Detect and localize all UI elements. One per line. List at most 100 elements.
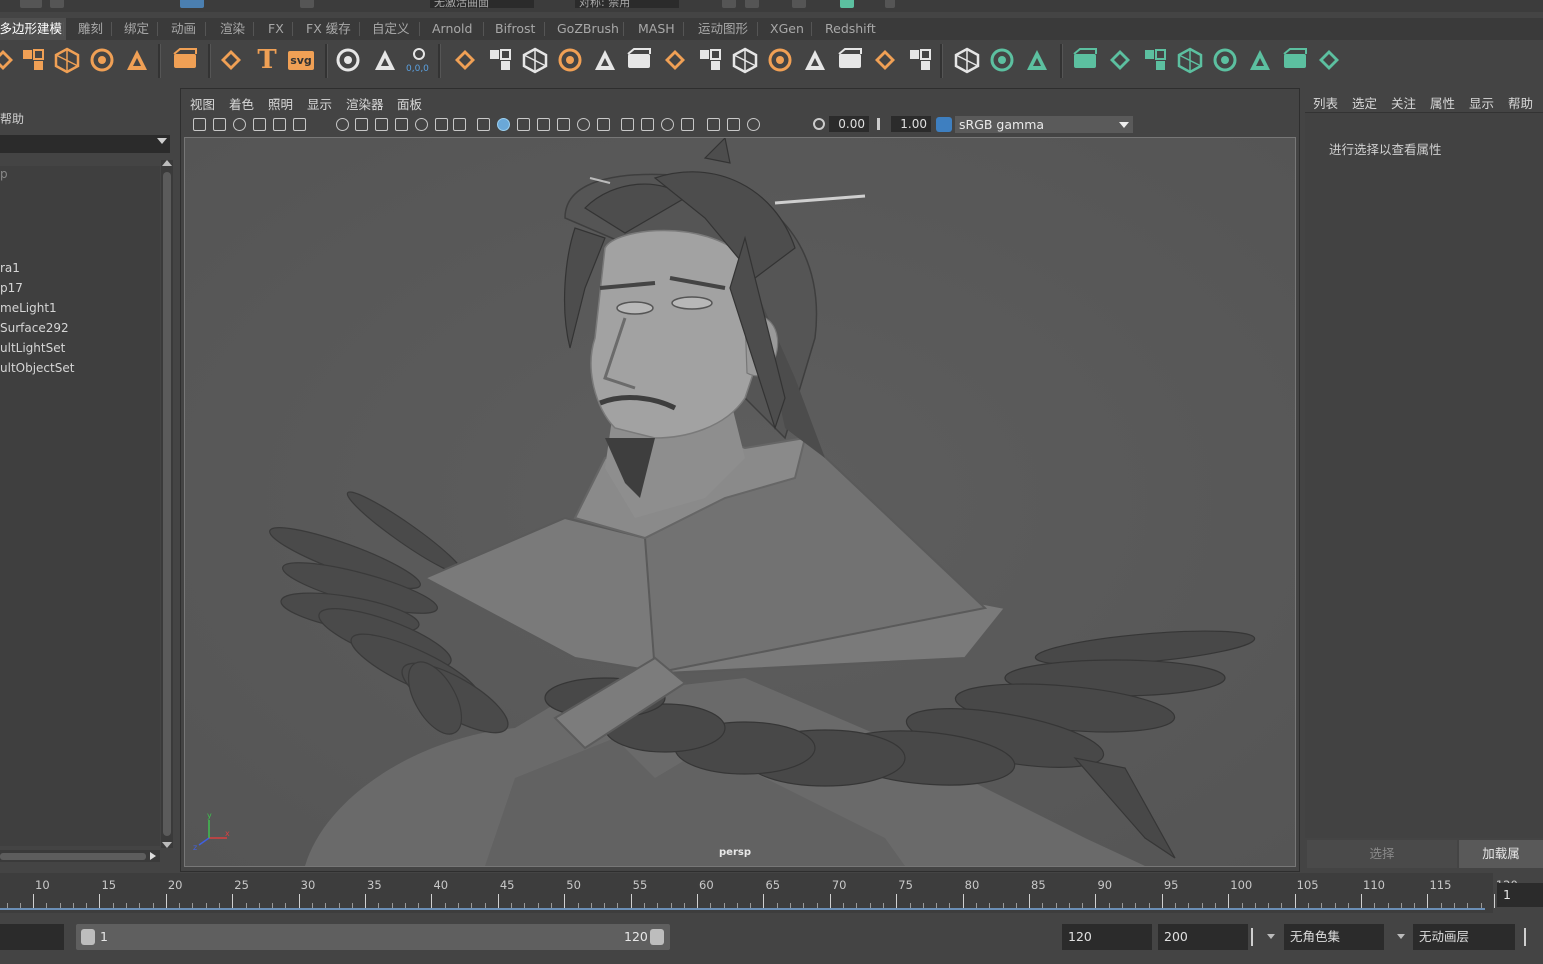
arnold-shelf-icon[interactable] (0, 44, 18, 76)
color-management-icon[interactable] (936, 117, 952, 132)
shelf-tab-1[interactable]: 雕刻 (74, 18, 107, 40)
chevron-down-icon[interactable] (1397, 934, 1405, 939)
hypershade-icon[interactable] (840, 0, 854, 8)
grid-checker-icon[interactable] (555, 44, 585, 76)
time-warp-icon[interactable] (370, 44, 400, 76)
shelf-tab-11[interactable]: MASH (634, 18, 679, 40)
shelf-tab-13[interactable]: XGen (766, 18, 808, 40)
cube-extract-icon[interactable] (624, 44, 654, 76)
scroll-right-icon[interactable] (150, 852, 156, 860)
wheel-icon[interactable] (765, 44, 795, 76)
symmetry-field[interactable]: 对称: 禁用 (575, 0, 679, 8)
box-split-icon[interactable] (800, 44, 830, 76)
select-mode-icon[interactable] (180, 0, 204, 8)
box-open-icon[interactable] (695, 44, 725, 76)
list-item[interactable]: ra1 (0, 261, 20, 275)
open-scene-icon[interactable] (50, 0, 64, 8)
viewport-menu-5[interactable]: 面板 (397, 94, 422, 113)
3d-viewport[interactable]: x y z persp (184, 137, 1296, 867)
mash-distribute-icon[interactable] (1105, 44, 1135, 76)
sphere-combine-icon[interactable] (905, 44, 935, 76)
mirror-cube-icon[interactable] (520, 44, 550, 76)
scroll-down-icon[interactable] (162, 842, 172, 848)
field-chart-icon[interactable] (415, 118, 428, 131)
grease-pencil-icon[interactable] (293, 118, 306, 131)
viewport-menu-3[interactable]: 显示 (307, 94, 332, 113)
camera-select-icon[interactable] (193, 118, 206, 131)
ipr-render-icon[interactable] (792, 0, 806, 8)
xray-joints-icon[interactable] (727, 118, 740, 131)
star-sparkle-icon[interactable] (216, 44, 246, 76)
mash-curve-icon[interactable] (1140, 44, 1170, 76)
cone-render-icon[interactable] (18, 44, 48, 76)
shadows-icon[interactable] (577, 118, 590, 131)
outliner-help-menu[interactable]: 帮助 (0, 110, 24, 127)
layers-layout-icon[interactable] (660, 44, 690, 76)
live-surface-field[interactable]: 无激活曲面 (430, 0, 534, 8)
attribute-menu-3[interactable]: 属性 (1430, 93, 1455, 112)
snap-grid-icon[interactable] (300, 0, 314, 8)
viewport-menu-0[interactable]: 视图 (190, 94, 215, 113)
polyhedron-icon[interactable] (170, 44, 200, 76)
shelf-tab-8[interactable]: Arnold (428, 18, 476, 40)
new-scene-icon[interactable] (20, 0, 42, 8)
gate-mask-icon[interactable] (395, 118, 408, 131)
layer-stack-icon[interactable] (450, 44, 480, 76)
backface-icon[interactable] (747, 118, 760, 131)
shelf-tab-4[interactable]: 渲染 (216, 18, 249, 40)
shelf-tab-9[interactable]: Bifrost (491, 18, 539, 40)
cube-duplicate-icon[interactable] (730, 44, 760, 76)
mash-cube-icon[interactable] (1175, 44, 1205, 76)
shelf-tab-10[interactable]: GoZBrush (553, 18, 623, 40)
xray-icon[interactable] (707, 118, 720, 131)
animation-end-field[interactable]: 200 (1158, 924, 1248, 950)
multi-cut-icon[interactable] (1022, 44, 1052, 76)
mash-create-icon[interactable] (1070, 44, 1100, 76)
motion-blur-icon[interactable] (621, 118, 634, 131)
outliner-vertical-scrollbar[interactable] (161, 160, 173, 848)
time-slider[interactable]: 10 15 20 25 30 35 40 45 50 55 60 65 70 75 80 85 90 95 100 1… (0, 873, 1518, 913)
anti-alias-icon[interactable] (641, 118, 654, 131)
pencil-draw-icon[interactable] (952, 44, 982, 76)
list-item[interactable]: meLight1 (0, 301, 57, 315)
shelf-tab-2[interactable]: 绑定 (120, 18, 153, 40)
render-frame-icon[interactable] (745, 0, 759, 8)
select-button[interactable]: 选择 (1307, 840, 1457, 868)
shelf-tab-6[interactable]: FX 缓存 (302, 18, 355, 40)
attribute-menu-0[interactable]: 列表 (1313, 93, 1338, 112)
color-space-dropdown[interactable]: sRGB gamma (955, 116, 1133, 133)
attribute-menu-1[interactable]: 选定 (1352, 93, 1377, 112)
outliner-horizontal-scrollbar[interactable] (0, 850, 160, 862)
safe-action-icon[interactable] (435, 118, 448, 131)
shelf-tab-5[interactable]: FX (264, 18, 288, 40)
mash-grid-icon[interactable] (1245, 44, 1275, 76)
current-frame-field[interactable]: 1 (1497, 883, 1543, 907)
flame-icon[interactable] (122, 44, 152, 76)
film-gate-icon[interactable] (355, 118, 368, 131)
pivot-tool-icon[interactable] (333, 44, 363, 76)
shader-ball-icon[interactable] (52, 44, 82, 76)
snowflake-particle-icon[interactable]: 0,0,0 (404, 44, 434, 76)
range-end-handle[interactable] (650, 929, 664, 945)
start-frame-field[interactable] (0, 924, 64, 950)
viewport-menu-2[interactable]: 照明 (268, 94, 293, 113)
wireframe-icon[interactable] (477, 118, 490, 131)
playback-end-field[interactable]: 120 (1062, 924, 1152, 950)
exposure-icon[interactable] (813, 118, 825, 130)
depth-of-field-icon[interactable] (661, 118, 674, 131)
shelf-tab-14[interactable]: Redshift (821, 18, 880, 40)
svg-import-icon[interactable]: svg (286, 44, 316, 76)
shelf-tab-7[interactable]: 自定义 (368, 18, 414, 40)
smooth-shade-icon[interactable] (497, 118, 510, 131)
screen-space-ao-icon[interactable] (597, 118, 610, 131)
attribute-menu-5[interactable]: 帮助 (1508, 93, 1533, 112)
bracket-frame-icon[interactable] (987, 44, 1017, 76)
safe-title-icon[interactable] (453, 118, 466, 131)
stair-cubes-icon[interactable] (590, 44, 620, 76)
viewport-menu-4[interactable]: 渲染器 (346, 94, 384, 113)
attribute-menu-2[interactable]: 关注 (1391, 93, 1416, 112)
load-attributes-button[interactable]: 加载属 (1459, 840, 1543, 868)
textured-icon[interactable] (537, 118, 550, 131)
gamma-field[interactable]: 1.00 (891, 116, 931, 132)
quad-tiles-icon[interactable] (485, 44, 515, 76)
